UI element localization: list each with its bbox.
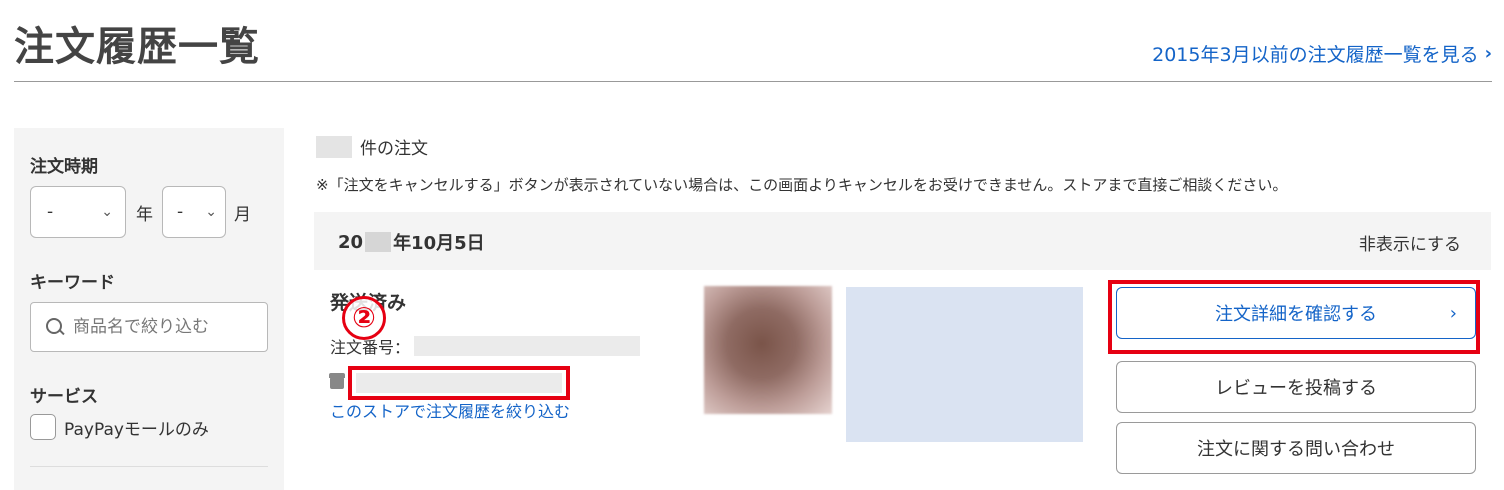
order-detail-button-label: 注文詳細を確認する <box>1215 304 1377 325</box>
month-select[interactable]: - ⌄ <box>162 186 226 238</box>
masked-store-name <box>356 373 562 393</box>
store-name-highlight[interactable] <box>348 366 570 400</box>
year-unit-label: 年 <box>136 205 153 225</box>
order-number-row: 注文番号： <box>330 334 641 358</box>
old-history-link-label: 2015年3月以前の注文履歴一覧を見る <box>1152 44 1479 66</box>
store-row <box>329 366 570 400</box>
service-label: サービス <box>30 387 98 407</box>
keyword-label: キーワード <box>30 273 115 293</box>
month-select-value: - <box>177 202 184 222</box>
search-icon <box>45 317 65 337</box>
chevron-right-icon: › <box>1449 302 1457 324</box>
keyword-search-box[interactable] <box>30 302 268 352</box>
order-detail-button[interactable]: 注文詳細を確認する › <box>1116 287 1476 339</box>
masked-year-digits <box>365 232 392 252</box>
year-select[interactable]: - ⌄ <box>30 186 126 238</box>
order-inquiry-button[interactable]: 注文に関する問い合わせ <box>1116 422 1476 474</box>
chevron-down-icon: ⌄ <box>101 204 113 220</box>
chevron-right-icon: › <box>1484 43 1492 64</box>
store-filter-link[interactable]: このストアで注文履歴を絞り込む <box>330 398 570 422</box>
title-divider <box>14 81 1492 82</box>
masked-order-number <box>414 336 641 356</box>
year-select-value: - <box>47 202 54 222</box>
page-title: 注文履歴一覧 <box>14 24 260 70</box>
order-period-label: 注文時期 <box>30 157 98 177</box>
sidebar-filter-panel: 注文時期 - ⌄ 年 - ⌄ 月 キーワード サービス PayPayモールのみ <box>14 128 284 490</box>
order-date-prefix: 20 <box>338 231 364 253</box>
product-image[interactable] <box>704 286 832 414</box>
cancel-notice: ※「注文をキャンセルする」ボタンが表示されていない場合は、この画面よりキャンセル… <box>316 176 1288 194</box>
order-date: 20 年10月5日 <box>338 229 485 255</box>
order-header: 20 年10月5日 非表示にする <box>314 212 1491 270</box>
masked-order-count <box>316 135 352 158</box>
chevron-down-icon: ⌄ <box>205 204 217 220</box>
order-count-suffix: 件の注文 <box>360 139 428 159</box>
paypay-only-filter[interactable]: PayPayモールのみ <box>30 414 209 440</box>
hide-order-link[interactable]: 非表示にする <box>1359 230 1461 255</box>
step-2-marker: ② <box>342 296 386 340</box>
keyword-search-input[interactable] <box>73 317 253 337</box>
store-icon <box>329 373 345 389</box>
month-unit-label: 月 <box>234 205 251 225</box>
product-image-placeholder[interactable] <box>846 287 1083 442</box>
order-date-suffix: 年10月5日 <box>393 233 485 254</box>
post-review-button[interactable]: レビューを投稿する <box>1116 361 1476 413</box>
old-history-link[interactable]: 2015年3月以前の注文履歴一覧を見る › <box>1152 40 1492 67</box>
sidebar-divider <box>30 466 268 467</box>
paypay-only-label: PayPayモールのみ <box>64 419 209 440</box>
order-count: 件の注文 <box>316 134 428 159</box>
paypay-only-checkbox[interactable] <box>30 414 56 440</box>
